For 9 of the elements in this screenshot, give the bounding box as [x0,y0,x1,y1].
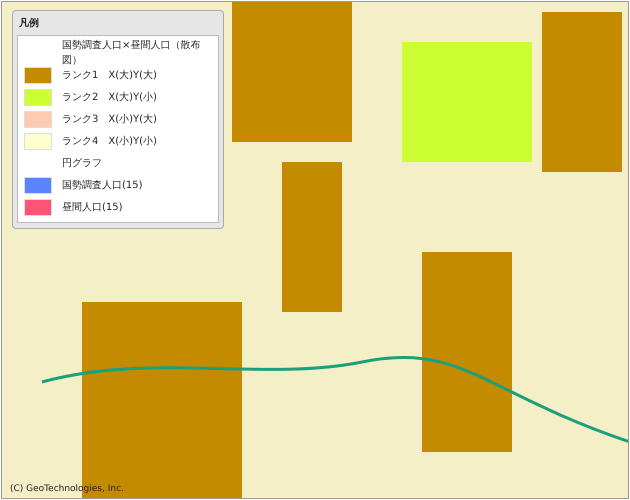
legend-heading: 国勢調査人口×昼間人口（散布図） [62,38,202,68]
legend-label: ランク1 X(大)Y(大) [62,68,157,82]
legend-label: ランク3 X(小)Y(大) [62,112,157,126]
legend-heading: 円グラフ [62,156,102,170]
legend-label: ランク2 X(大)Y(小) [62,90,157,104]
legend-label: 昼間人口(15) [62,200,123,214]
legend-label: 国勢調査人口(15) [62,178,143,192]
legend-label: ランク4 X(小)Y(小) [62,134,157,148]
legend-title: 凡例 [18,16,40,31]
